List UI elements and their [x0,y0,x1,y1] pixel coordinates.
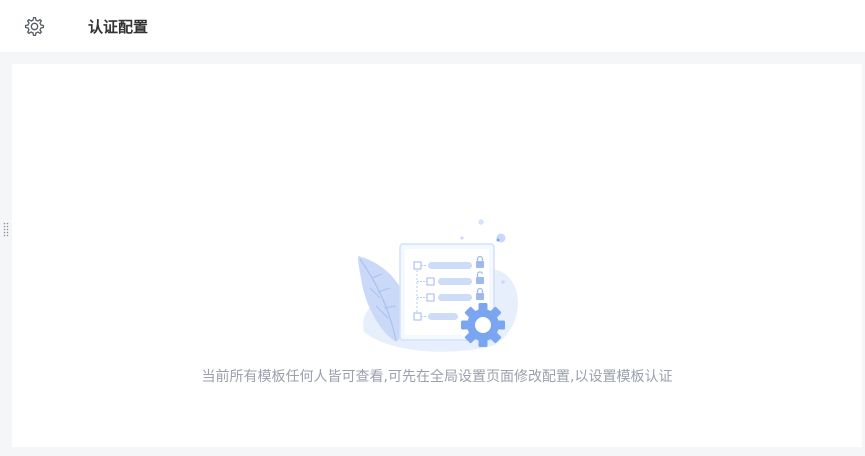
empty-state-message: 当前所有模板任何人皆可查看,可先在全局设置页面修改配置,以设置模板认证 [201,369,673,385]
drag-handle-icon[interactable] [3,222,9,238]
gear-icon[interactable] [24,16,45,37]
template-lock-settings-illustration [352,214,522,358]
page-title: 认证配置 [88,18,149,36]
top-bar: 认证配置 [0,0,865,52]
